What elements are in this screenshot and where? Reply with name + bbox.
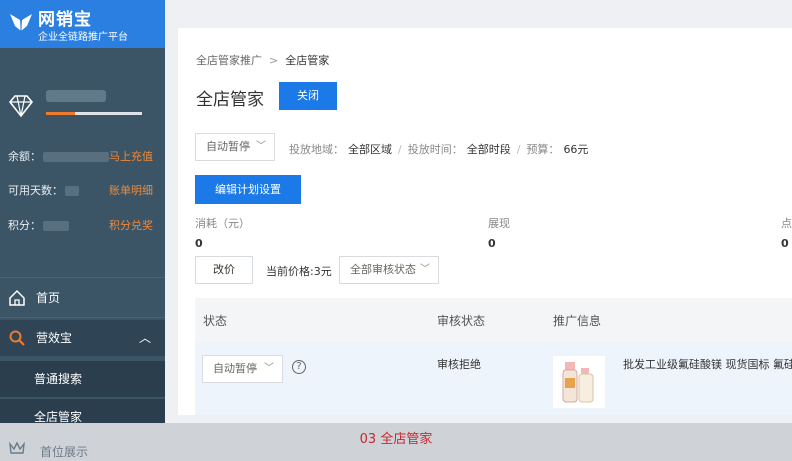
breadcrumb: 全店管家推广 > 全店管家: [196, 52, 329, 68]
breadcrumb-separator: >: [269, 54, 279, 67]
brand-header[interactable]: 网销宝 企业全链路推广平台: [0, 0, 165, 48]
sidebar-item-top-display[interactable]: 首位展示: [0, 437, 165, 461]
row-status-value: 自动暂停: [213, 362, 257, 375]
divider-slash: /: [516, 143, 521, 156]
row-promo-info[interactable]: 批发工业级氟硅酸镁 现货国标 氟硅酸: [623, 356, 792, 372]
metric-label: 消耗（元）: [195, 217, 250, 230]
column-header-status: 状态: [203, 314, 228, 328]
budget-value: 66元: [563, 143, 589, 156]
points-value: [43, 221, 69, 231]
close-button[interactable]: 关闭: [279, 82, 337, 110]
column-header-promo-info: 推广信息: [553, 314, 602, 328]
product-thumbnail[interactable]: [553, 356, 605, 408]
sidebar-item-yingxiaobao[interactable]: 营效宝 ︿: [0, 320, 165, 356]
crown-icon: [9, 441, 25, 454]
change-price-button[interactable]: 改价: [195, 256, 253, 284]
sidebar-item-label: 普通搜索: [34, 372, 83, 386]
review-status-filter[interactable]: 全部审核状态 ﹀: [339, 256, 439, 284]
home-icon: [9, 289, 25, 306]
plan-settings-summary: 投放地域： 全部区域 / 投放时间： 全部时段 / 预算： 66元: [289, 141, 588, 157]
chevron-down-icon: ﹀: [420, 264, 430, 275]
row-review-status: 审核拒绝: [437, 358, 481, 371]
diamond-level-icon: [8, 95, 34, 118]
region-value: 全部区域: [348, 143, 392, 156]
plan-status-select[interactable]: 自动暂停 ﹀: [195, 133, 275, 161]
breadcrumb-current: 全店管家: [285, 54, 330, 67]
chevron-down-icon: ﹀: [264, 363, 274, 374]
time-label: 投放时间：: [407, 143, 463, 156]
page-title: 全店管家: [196, 90, 264, 110]
balance-label: 余额：: [8, 150, 41, 163]
brand-subtitle: 企业全链路推广平台: [38, 32, 128, 43]
divider-slash: /: [398, 143, 402, 156]
menu-divider: [0, 317, 165, 318]
plan-status-value: 自动暂停: [206, 140, 250, 153]
time-value: 全部时段: [466, 143, 511, 156]
points-label: 积分：: [8, 219, 41, 232]
points-row: 积分：: [8, 217, 69, 233]
points-redeem-link[interactable]: 积分兑奖: [109, 217, 153, 233]
help-icon[interactable]: ?: [292, 360, 306, 374]
sidebar-item-label: 首位展示: [40, 445, 89, 459]
metric-clicks: 点 0: [781, 215, 792, 250]
level-progress-bar: [46, 112, 142, 115]
sidebar-item-label: 营效宝: [36, 331, 73, 345]
metric-value: 0: [195, 237, 203, 250]
main-panel: 全店管家推广 > 全店管家 全店管家 关闭 自动暂停 ﹀ 投放地域： 全部区域 / 投放时…: [178, 28, 792, 415]
metric-impressions: 展现 0: [488, 215, 510, 250]
sidebar-item-home[interactable]: 首页: [0, 280, 165, 316]
metric-label: 展现: [488, 217, 510, 230]
metric-value: 0: [781, 237, 789, 250]
metric-label: 点: [781, 217, 792, 230]
balance-value: [43, 152, 109, 162]
column-header-review: 审核状态: [437, 314, 486, 328]
days-value: [65, 186, 79, 196]
sidebar-item-label: 首页: [36, 291, 61, 305]
bill-detail-link[interactable]: 账单明细: [109, 182, 153, 198]
sidebar: 网销宝 企业全链路推广平台 余额： 马上充值 可用天数： 账单明细 积分： 积分…: [0, 0, 165, 461]
metric-cost: 消耗（元） 0: [195, 215, 250, 250]
sidebar-item-normal-search[interactable]: 普通搜索: [0, 361, 165, 397]
search-icon: [9, 330, 25, 346]
table-header: 状态 审核状态 推广信息: [195, 298, 792, 342]
butterfly-logo-icon: [10, 14, 32, 31]
budget-label: 预算：: [526, 143, 560, 156]
balance-row: 余额：: [8, 148, 109, 164]
breadcrumb-parent[interactable]: 全店管家推广: [196, 54, 262, 67]
account-name: [46, 90, 106, 102]
table-row: 自动暂停 ﹀ ? 审核拒绝 批发工业级氟硅酸镁 现货国标 氟硅酸: [195, 342, 792, 415]
level-progress-fill: [46, 112, 75, 115]
days-row: 可用天数：: [8, 182, 79, 198]
chevron-up-icon: ︿: [138, 331, 151, 345]
chevron-down-icon: ﹀: [256, 141, 266, 152]
current-price: 当前价格:3元: [266, 265, 332, 278]
brand-title: 网销宝: [38, 10, 92, 30]
review-filter-value: 全部审核状态: [350, 263, 416, 276]
menu-divider: [0, 277, 165, 278]
account-profile: [0, 70, 165, 140]
days-label: 可用天数：: [8, 184, 63, 197]
edit-plan-button[interactable]: 编辑计划设置: [195, 175, 301, 204]
metric-value: 0: [488, 237, 496, 250]
recharge-link[interactable]: 马上充值: [109, 148, 153, 164]
row-status-select[interactable]: 自动暂停 ﹀: [202, 355, 283, 383]
region-label: 投放地域：: [289, 143, 344, 156]
